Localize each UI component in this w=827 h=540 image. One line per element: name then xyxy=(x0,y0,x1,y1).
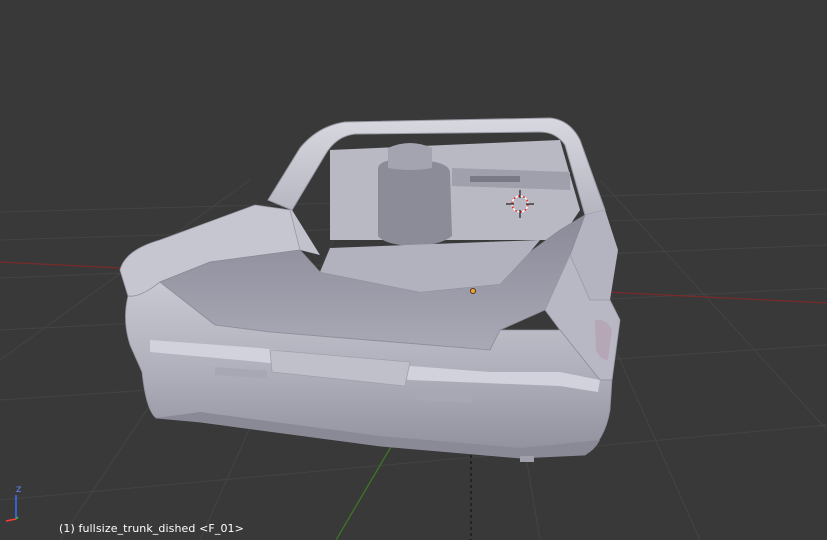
x-axis-gizmo-line xyxy=(5,518,17,522)
object-info-label: (1) fullsize_trunk_dished <F_01> xyxy=(59,522,244,535)
z-axis-label: z xyxy=(16,484,21,495)
viewport-scene xyxy=(0,117,827,540)
y-axis-line xyxy=(335,439,396,540)
car-model xyxy=(119,117,621,462)
axis-gizmo: z xyxy=(5,484,21,522)
3d-viewport[interactable]: z (1) fullsize_trunk_dished <F_01> xyxy=(0,0,827,540)
object-origin-icon xyxy=(469,287,476,294)
